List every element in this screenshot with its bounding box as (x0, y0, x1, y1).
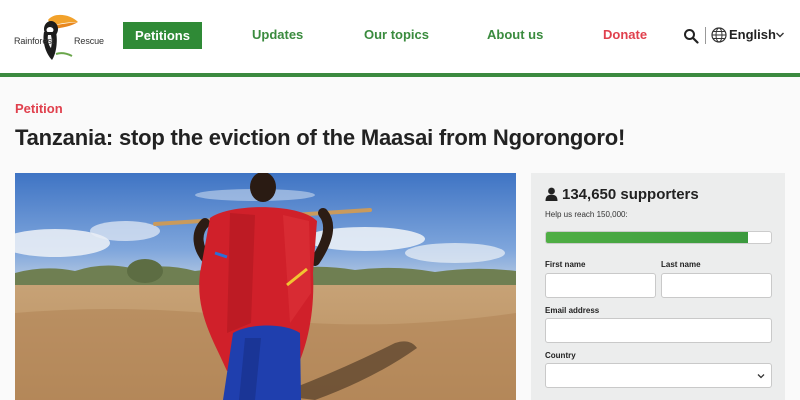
page-title: Tanzania: stop the eviction of the Maasa… (15, 125, 626, 150)
email-field[interactable] (545, 318, 772, 343)
header-divider (705, 27, 706, 44)
nav-about-us[interactable]: About us (487, 27, 543, 42)
email-label: Email address (545, 306, 600, 315)
globe-icon (711, 27, 727, 43)
first-name-field[interactable] (545, 273, 656, 298)
language-selector[interactable]: English (729, 27, 776, 42)
search-icon[interactable] (683, 28, 699, 44)
first-name-label: First name (545, 260, 586, 269)
nav-petitions[interactable]: Petitions (123, 22, 202, 49)
chevron-down-icon[interactable] (775, 30, 785, 40)
goal-text: Help us reach 150,000: (545, 210, 628, 219)
site-logo[interactable]: Rainforest Rescue (14, 10, 109, 62)
nav-donate[interactable]: Donate (603, 27, 647, 42)
maasai-man-photo (15, 173, 516, 400)
logo-word-2: Rescue (74, 36, 104, 46)
page-kicker: Petition (15, 101, 63, 116)
nav-our-topics[interactable]: Our topics (364, 27, 429, 42)
user-icon (545, 187, 558, 201)
site-header: Rainforest Rescue Petitions Updates Our t… (0, 0, 800, 73)
chevron-down-icon (757, 374, 765, 379)
petition-sign-panel: 134,650 supporters Help us reach 150,000… (531, 173, 785, 400)
logo-word-1: Rainforest (14, 36, 55, 46)
country-label: Country (545, 351, 576, 360)
country-select[interactable] (545, 363, 772, 388)
signature-progress-bar (545, 231, 772, 244)
last-name-label: Last name (661, 260, 701, 269)
progress-fill (546, 232, 748, 243)
nav-updates[interactable]: Updates (252, 27, 303, 42)
petition-photo (15, 173, 516, 400)
supporter-count: 134,650 supporters (562, 186, 699, 203)
last-name-field[interactable] (661, 273, 772, 298)
